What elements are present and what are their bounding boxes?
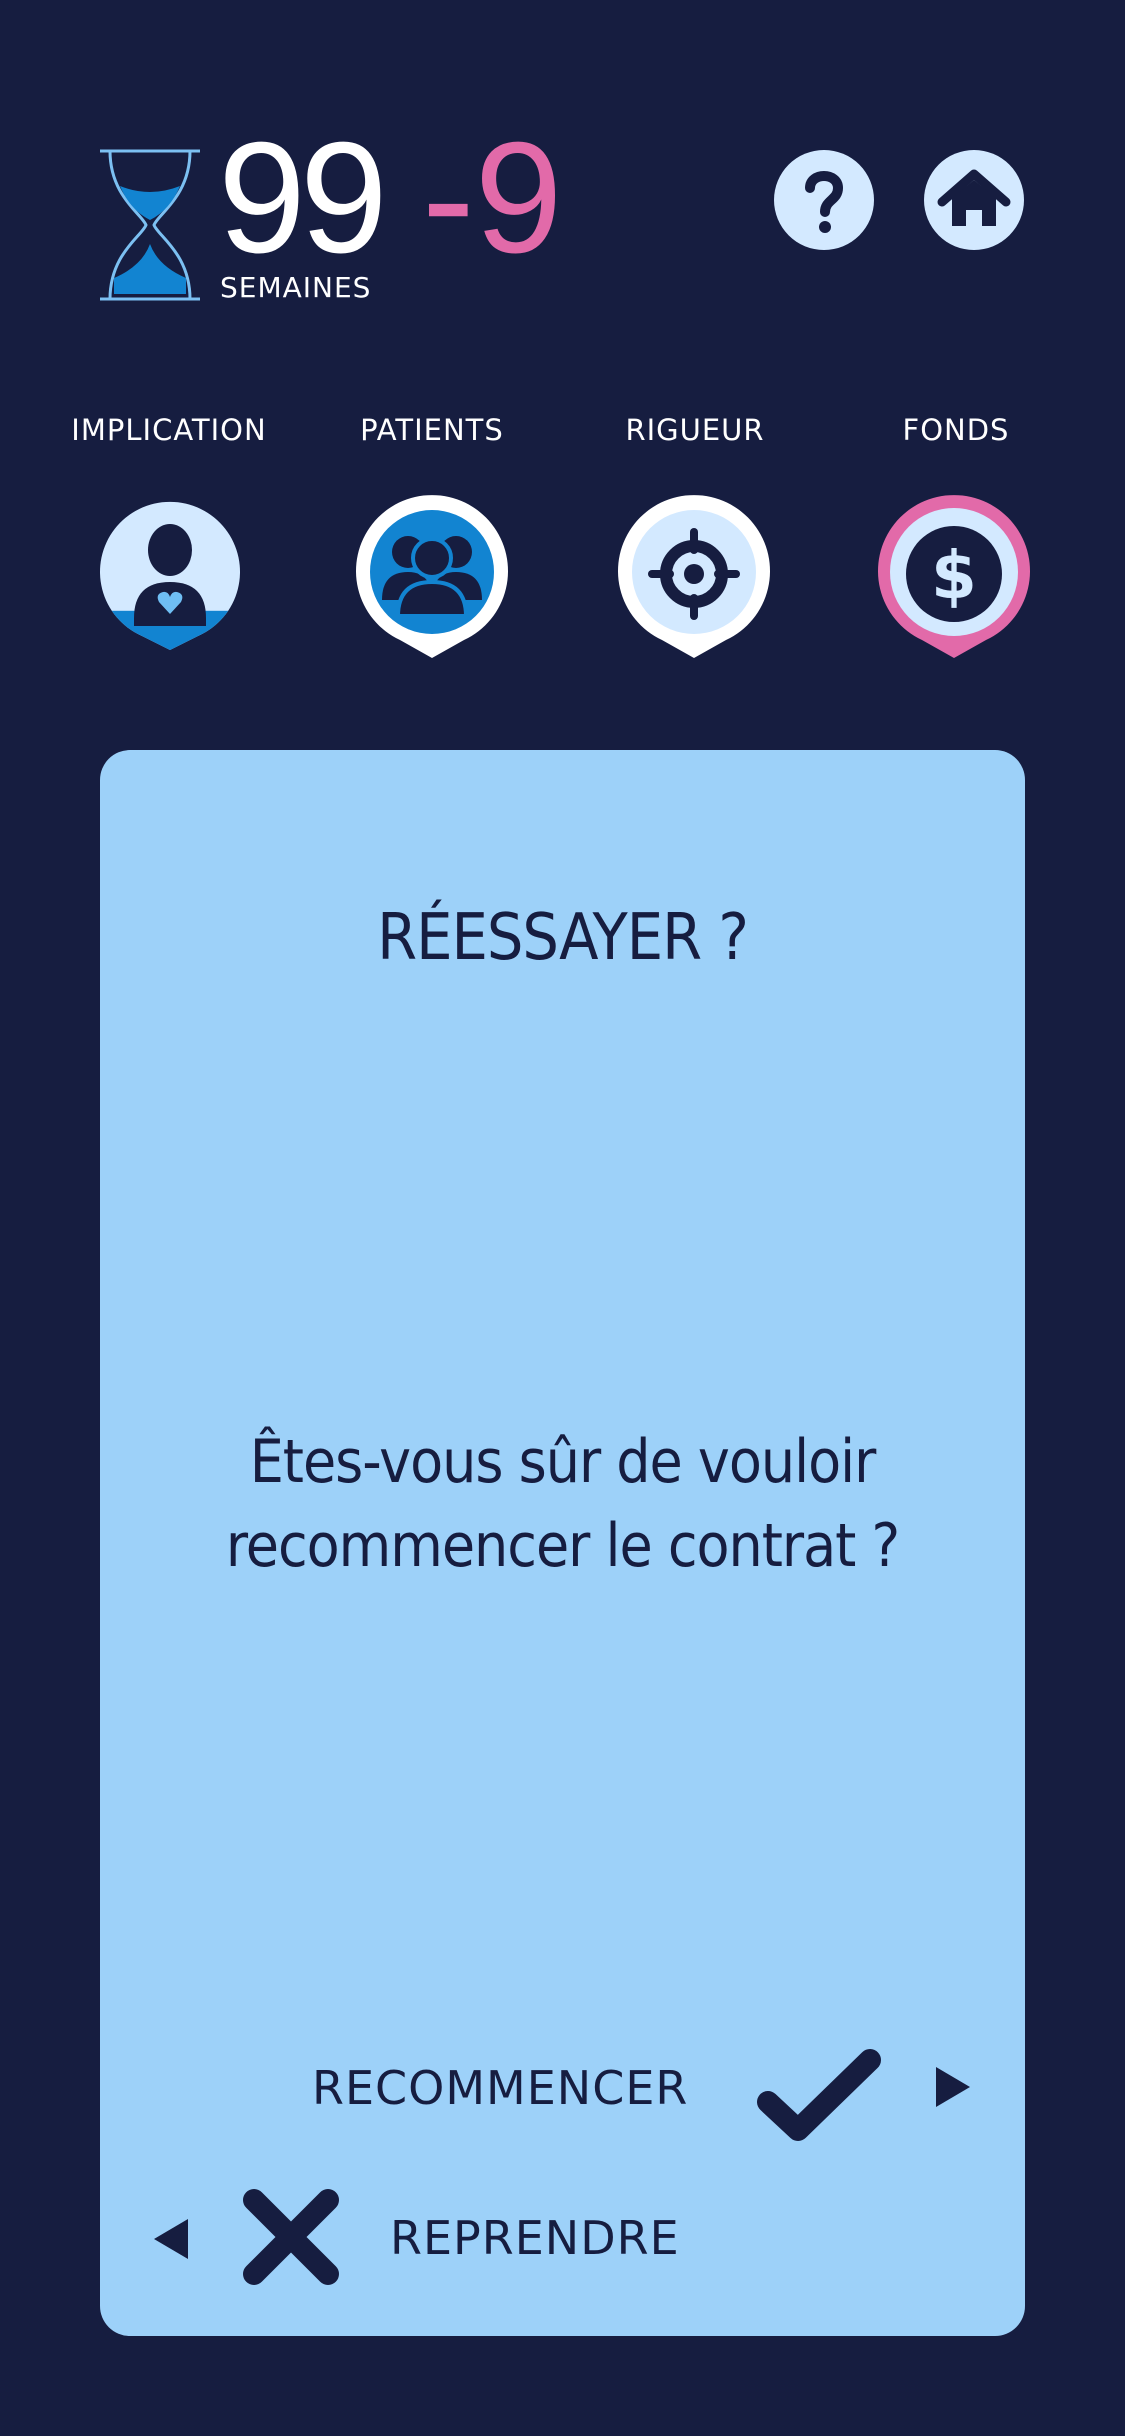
stat-label-rigueur: RIGUEUR (625, 413, 765, 447)
svg-text:$: $ (931, 537, 977, 614)
confirm-restart-button[interactable]: RECOMMENCER (312, 2058, 688, 2118)
arrow-right-icon[interactable] (932, 2063, 974, 2111)
arrow-left-icon[interactable] (150, 2215, 192, 2263)
weeks-unit-label: SEMAINES (220, 271, 372, 304)
help-button[interactable] (774, 150, 874, 250)
stat-implication (100, 501, 241, 651)
check-icon[interactable] (750, 2040, 890, 2150)
dialog-card: RÉESSAYER ? Êtes-vous sûr de vouloir rec… (100, 750, 1025, 2336)
stat-rigueur (618, 495, 770, 658)
dialog-title: RÉESSAYER ? (377, 901, 749, 975)
hourglass-icon (100, 149, 200, 301)
home-icon (937, 169, 1011, 226)
question-icon (805, 171, 844, 233)
cancel-resume-button[interactable]: REPRENDRE (390, 2208, 680, 2268)
dialog-message: Êtes-vous sûr de vouloir recommencer le … (225, 1427, 900, 1581)
stat-label-fonds: FONDS (902, 413, 1010, 447)
weeks-remaining: 99 (218, 110, 388, 286)
weeks-delta: -9 (422, 110, 563, 286)
stat-patients (356, 495, 508, 658)
stat-label-implication: IMPLICATION (71, 413, 267, 447)
home-button[interactable] (924, 150, 1024, 250)
dollar-icon: $ (906, 526, 1002, 622)
stat-fonds: $ (878, 495, 1030, 658)
stat-label-patients: PATIENTS (360, 413, 504, 447)
x-icon[interactable] (236, 2182, 346, 2292)
